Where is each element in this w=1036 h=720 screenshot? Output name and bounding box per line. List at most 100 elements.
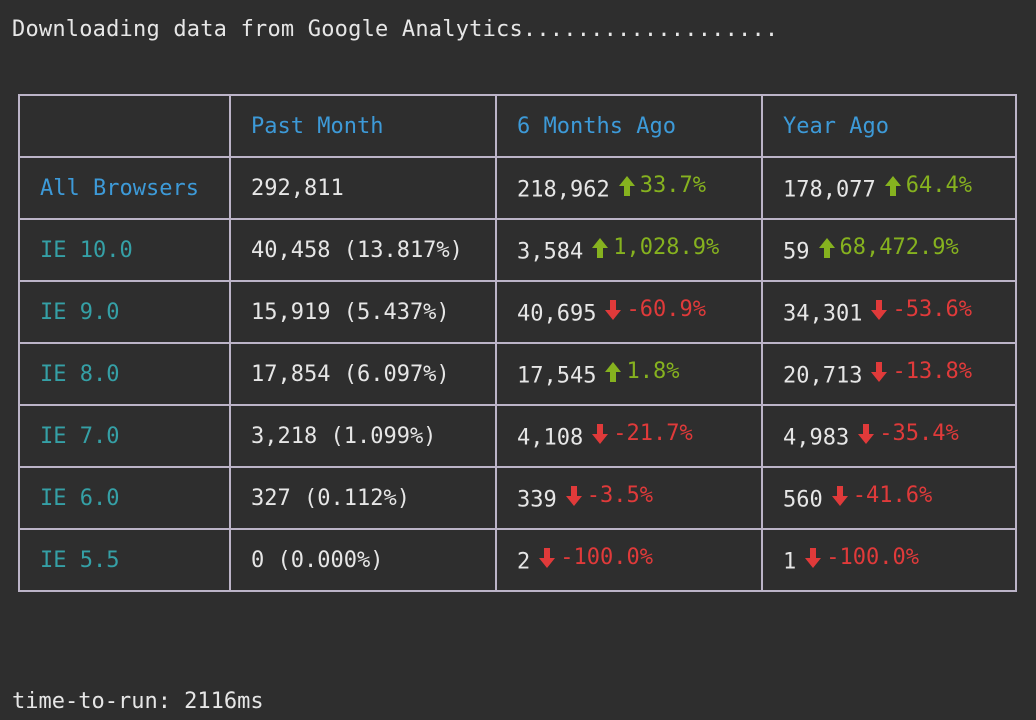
table-row: IE 6.0 327 (0.112%) 339 -3.5% 560 -41.6%: [18, 466, 1017, 530]
arrow-down-icon: [857, 423, 875, 445]
count-value: 4,983: [783, 425, 850, 451]
time-to-run: time-to-run: 2116ms: [12, 689, 264, 714]
arrow-up-icon: [591, 237, 609, 259]
change-percent: 1,028.9%: [613, 235, 720, 261]
browser-name-cell: IE 7.0: [18, 404, 231, 468]
count-value: 1: [783, 549, 797, 575]
past-month-cell: 3,218 (1.099%): [229, 404, 497, 468]
change-percent: 68,472.9%: [839, 235, 959, 261]
year-ago-cell: 34,301 -53.6%: [761, 280, 1017, 344]
count-value: 40,695: [517, 301, 597, 327]
change-indicator: -100.0%: [804, 545, 919, 570]
count-value: 59: [783, 239, 810, 265]
change-indicator: 1.8%: [604, 359, 679, 384]
change-indicator: -35.4%: [857, 421, 959, 447]
table-row: IE 7.0 3,218 (1.099%) 4,108 -21.7% 4,983 -35.…: [18, 404, 1017, 468]
change-indicator: -21.7%: [591, 421, 693, 447]
arrow-up-icon: [818, 237, 836, 259]
change-indicator: 64.4%: [884, 173, 972, 198]
change-indicator: -53.6%: [870, 297, 972, 323]
arrow-down-icon: [565, 485, 583, 507]
change-percent: -100.0%: [826, 545, 919, 571]
arrow-down-icon: [538, 547, 556, 569]
count-value: 34,301: [783, 301, 863, 327]
count-value: 4,108: [517, 425, 584, 451]
change-indicator: 68,472.9%: [818, 235, 959, 260]
change-indicator: -13.8%: [870, 359, 972, 385]
table-row: IE 5.5 0 (0.000%) 2 -100.0% 1 -100.0%: [18, 528, 1017, 592]
change-percent: -41.6%: [852, 483, 933, 509]
change-percent: 64.4%: [905, 173, 972, 199]
count-value: 339: [517, 487, 557, 513]
six-months-ago-cell: 3,584 1,028.9%: [495, 218, 763, 282]
year-ago-cell: 20,713 -13.8%: [761, 342, 1017, 406]
change-indicator: -3.5%: [565, 483, 653, 508]
arrow-up-icon: [604, 361, 622, 383]
arrow-down-icon: [591, 423, 609, 445]
six-months-ago-cell: 40,695 -60.9%: [495, 280, 763, 344]
browser-name-cell: IE 10.0: [18, 218, 231, 282]
count-value: 3,584: [517, 239, 584, 265]
browser-stats-table: Past Month 6 Months Ago Year Ago All Bro…: [18, 94, 1017, 592]
count-value: 560: [783, 487, 823, 513]
browser-name-cell: IE 8.0: [18, 342, 231, 406]
past-month-cell: 292,811: [229, 156, 497, 220]
change-percent: -13.8%: [892, 359, 972, 385]
change-indicator: -100.0%: [538, 545, 653, 570]
browser-name-cell: IE 5.5: [18, 528, 231, 592]
six-months-ago-cell: 218,962 33.7%: [495, 156, 763, 220]
arrow-up-icon: [618, 175, 636, 197]
column-header-year-ago: Year Ago: [761, 94, 1017, 158]
table-row: IE 9.0 15,919 (5.437%) 40,695 -60.9% 34,301 -…: [18, 280, 1017, 344]
change-percent: -100.0%: [560, 545, 653, 571]
change-indicator: 33.7%: [618, 173, 706, 198]
column-header-browser: [18, 94, 231, 158]
year-ago-cell: 178,077 64.4%: [761, 156, 1017, 220]
browser-name-cell: IE 6.0: [18, 466, 231, 530]
arrow-up-icon: [884, 175, 902, 197]
six-months-ago-cell: 339 -3.5%: [495, 466, 763, 530]
six-months-ago-cell: 17,545 1.8%: [495, 342, 763, 406]
past-month-cell: 327 (0.112%): [229, 466, 497, 530]
past-month-cell: 0 (0.000%): [229, 528, 497, 592]
table-row: All Browsers 292,811 218,962 33.7% 178,077 64…: [18, 156, 1017, 220]
arrow-down-icon: [604, 299, 622, 321]
arrow-down-icon: [831, 485, 849, 507]
past-month-cell: 17,854 (6.097%): [229, 342, 497, 406]
year-ago-cell: 1 -100.0%: [761, 528, 1017, 592]
status-line: Downloading data from Google Analytics..…: [12, 17, 779, 42]
arrow-down-icon: [870, 361, 888, 383]
count-value: 218,962: [517, 177, 610, 203]
table-header-row: Past Month 6 Months Ago Year Ago: [18, 94, 1017, 158]
change-percent: -53.6%: [892, 297, 972, 323]
arrow-down-icon: [870, 299, 888, 321]
change-percent: -35.4%: [879, 421, 959, 447]
browser-name-cell: IE 9.0: [18, 280, 231, 344]
arrow-down-icon: [804, 547, 822, 569]
change-indicator: -41.6%: [831, 483, 932, 508]
browser-name-cell: All Browsers: [18, 156, 231, 220]
past-month-cell: 15,919 (5.437%): [229, 280, 497, 344]
change-percent: -21.7%: [613, 421, 693, 447]
table-row: IE 10.0 40,458 (13.817%) 3,584 1,028.9% 59 68…: [18, 218, 1017, 282]
change-percent: -3.5%: [586, 483, 653, 509]
change-percent: 1.8%: [626, 359, 680, 385]
six-months-ago-cell: 2 -100.0%: [495, 528, 763, 592]
past-month-cell: 40,458 (13.817%): [229, 218, 497, 282]
count-value: 178,077: [783, 177, 876, 203]
change-percent: -60.9%: [626, 297, 706, 323]
year-ago-cell: 59 68,472.9%: [761, 218, 1017, 282]
table-row: IE 8.0 17,854 (6.097%) 17,545 1.8% 20,713 -13…: [18, 342, 1017, 406]
year-ago-cell: 560 -41.6%: [761, 466, 1017, 530]
six-months-ago-cell: 4,108 -21.7%: [495, 404, 763, 468]
column-header-six-months-ago: 6 Months Ago: [495, 94, 763, 158]
year-ago-cell: 4,983 -35.4%: [761, 404, 1017, 468]
count-value: 2: [517, 549, 531, 575]
change-indicator: -60.9%: [604, 297, 706, 323]
count-value: 17,545: [517, 363, 597, 389]
column-header-past-month: Past Month: [229, 94, 497, 158]
change-percent: 33.7%: [639, 173, 706, 199]
change-indicator: 1,028.9%: [591, 235, 719, 260]
table-body: All Browsers 292,811 218,962 33.7% 178,077 64…: [18, 156, 1017, 592]
count-value: 20,713: [783, 363, 863, 389]
